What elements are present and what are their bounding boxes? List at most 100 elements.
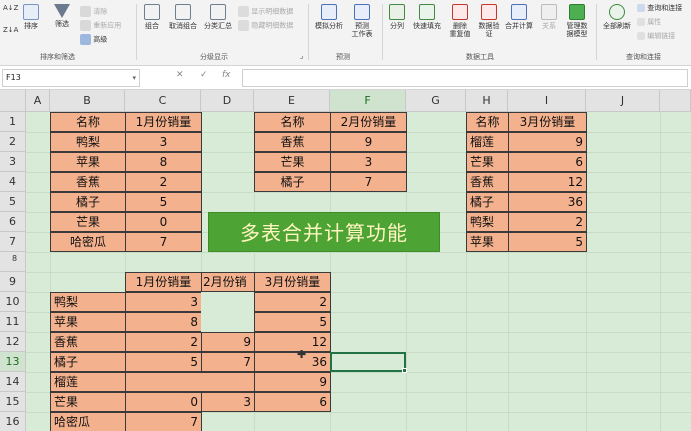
result-cell[interactable]: 3 <box>201 392 255 412</box>
cancel-icon[interactable]: ✕ <box>176 70 184 80</box>
column-header-h[interactable]: H <box>466 90 508 112</box>
active-cell-selection[interactable] <box>330 352 406 372</box>
result-row-name[interactable]: 鸭梨 <box>50 292 126 312</box>
row-header-7[interactable]: 7 <box>0 232 26 252</box>
column-header-b[interactable]: B <box>50 90 125 112</box>
table2-cell[interactable]: 3 <box>330 152 407 172</box>
table1-header-name[interactable]: 名称 <box>50 112 126 132</box>
table1-header-sales[interactable]: 1月份销量 <box>125 112 202 132</box>
queries-connections-button[interactable]: 查询和连接 <box>637 4 682 12</box>
result-header-m2[interactable]: 2月份销 <box>201 272 255 292</box>
properties-button[interactable]: 属性 <box>637 18 661 26</box>
row-header-9[interactable]: 9 <box>0 272 26 292</box>
table1-cell[interactable]: 8 <box>125 152 202 172</box>
result-row-name[interactable]: 哈密瓜 <box>50 412 126 431</box>
result-cell[interactable]: 2 <box>254 292 331 312</box>
result-cell[interactable] <box>125 372 255 392</box>
result-cell[interactable]: 7 <box>125 412 202 431</box>
row-header-13[interactable]: 13 <box>0 352 26 372</box>
table1-cell[interactable]: 3 <box>125 132 202 152</box>
hide-detail-button[interactable]: 隐藏明细数据 <box>238 20 293 31</box>
clear-filter-button[interactable]: 清除 <box>80 6 107 17</box>
result-cell[interactable]: 3 <box>125 292 202 312</box>
forecast-sheet-button[interactable]: 预测 工作表 <box>348 4 376 38</box>
ungroup-button[interactable]: 取消组合 <box>166 4 200 30</box>
table2-header-name[interactable]: 名称 <box>254 112 331 132</box>
row-header-11[interactable]: 11 <box>0 312 26 332</box>
result-cell-empty[interactable] <box>201 292 255 312</box>
table3-cell[interactable]: 12 <box>508 172 587 192</box>
table1-cell[interactable]: 哈密瓜 <box>50 232 126 252</box>
result-cell[interactable]: 2 <box>125 332 202 352</box>
edit-links-button[interactable]: 编辑链接 <box>637 32 675 40</box>
row-header-12[interactable]: 12 <box>0 332 26 352</box>
table1-cell[interactable]: 苹果 <box>50 152 126 172</box>
row-header-1[interactable]: 1 <box>0 112 26 132</box>
row-header-10[interactable]: 10 <box>0 292 26 312</box>
result-cell[interactable]: 8 <box>125 312 202 332</box>
result-row-name[interactable]: 芒果 <box>50 392 126 412</box>
table1-cell[interactable]: 2 <box>125 172 202 192</box>
outline-launcher-icon[interactable]: ⌟ <box>300 52 303 60</box>
show-detail-button[interactable]: 显示明细数据 <box>238 6 293 17</box>
column-header-e[interactable]: E <box>254 90 330 112</box>
column-header-c[interactable]: C <box>125 90 201 112</box>
select-all-corner[interactable] <box>0 90 26 112</box>
name-box[interactable]: F13 ▾ <box>2 69 140 87</box>
column-header-f[interactable]: F <box>330 90 406 112</box>
result-cell[interactable]: 0 <box>125 392 202 412</box>
table3-cell[interactable]: 香蕉 <box>466 172 509 192</box>
sort-button[interactable]: 排序 <box>20 4 42 30</box>
result-header-m1[interactable]: 1月份销量 <box>125 272 202 292</box>
worksheet-grid[interactable]: A B C D E F G H I J 1 2 3 4 5 6 7 9 10 1… <box>0 90 691 431</box>
column-header-i[interactable]: I <box>508 90 586 112</box>
result-row-name[interactable]: 橘子 <box>50 352 126 372</box>
table1-cell[interactable]: 香蕉 <box>50 172 126 192</box>
row-header-2[interactable]: 2 <box>0 132 26 152</box>
remove-duplicates-button[interactable]: 删除 重复值 <box>446 4 474 38</box>
subtotal-button[interactable]: 分类汇总 <box>202 4 234 30</box>
reapply-button[interactable]: 重新应用 <box>80 20 121 31</box>
table3-cell[interactable]: 36 <box>508 192 587 212</box>
table1-cell[interactable]: 鸭梨 <box>50 132 126 152</box>
formula-input[interactable] <box>242 69 688 87</box>
row-header-14[interactable]: 14 <box>0 372 26 392</box>
table3-cell[interactable]: 9 <box>508 132 587 152</box>
filter-button[interactable]: 筛选 <box>50 4 74 28</box>
text-to-columns-button[interactable]: 分列 <box>386 4 408 30</box>
row-header-5[interactable]: 5 <box>0 192 26 212</box>
table3-cell[interactable]: 榴莲 <box>466 132 509 152</box>
table3-cell[interactable]: 5 <box>508 232 587 252</box>
column-header-a[interactable]: A <box>26 90 50 112</box>
table3-cell[interactable]: 橘子 <box>466 192 509 212</box>
table2-cell[interactable]: 香蕉 <box>254 132 331 152</box>
refresh-all-button[interactable]: 全部刷新 <box>600 4 634 30</box>
result-cell-empty[interactable] <box>201 312 255 332</box>
insert-function-icon[interactable]: fx <box>222 70 231 80</box>
sort-ascending-button[interactable]: A↓Z <box>3 4 18 12</box>
result-cell[interactable]: 12 <box>254 332 331 352</box>
result-cell[interactable]: 6 <box>254 392 331 412</box>
enter-icon[interactable]: ✓ <box>200 70 208 80</box>
table2-cell[interactable]: 9 <box>330 132 407 152</box>
data-validation-button[interactable]: 数据验 证 <box>476 4 502 38</box>
row-header-16[interactable]: 16 <box>0 412 26 431</box>
table3-cell[interactable]: 鸭梨 <box>466 212 509 232</box>
table1-cell[interactable]: 7 <box>125 232 202 252</box>
consolidate-button[interactable]: 合并计算 <box>502 4 536 30</box>
row-header-3[interactable]: 3 <box>0 152 26 172</box>
table2-cell[interactable]: 7 <box>330 172 407 192</box>
table1-cell[interactable]: 芒果 <box>50 212 126 232</box>
result-header-m3[interactable]: 3月份销量 <box>254 272 331 292</box>
table1-cell[interactable]: 橘子 <box>50 192 126 212</box>
table3-cell[interactable]: 芒果 <box>466 152 509 172</box>
result-cell[interactable]: 5 <box>125 352 202 372</box>
manage-data-model-button[interactable]: 管理数 据模型 <box>562 4 592 38</box>
result-row-name[interactable]: 苹果 <box>50 312 126 332</box>
column-header-k[interactable] <box>660 90 691 112</box>
result-row-name[interactable]: 榴莲 <box>50 372 126 392</box>
table3-header-name[interactable]: 名称 <box>466 112 509 132</box>
table3-cell[interactable]: 6 <box>508 152 587 172</box>
result-cell[interactable]: 7 <box>201 352 255 372</box>
result-cell[interactable]: 9 <box>201 332 255 352</box>
